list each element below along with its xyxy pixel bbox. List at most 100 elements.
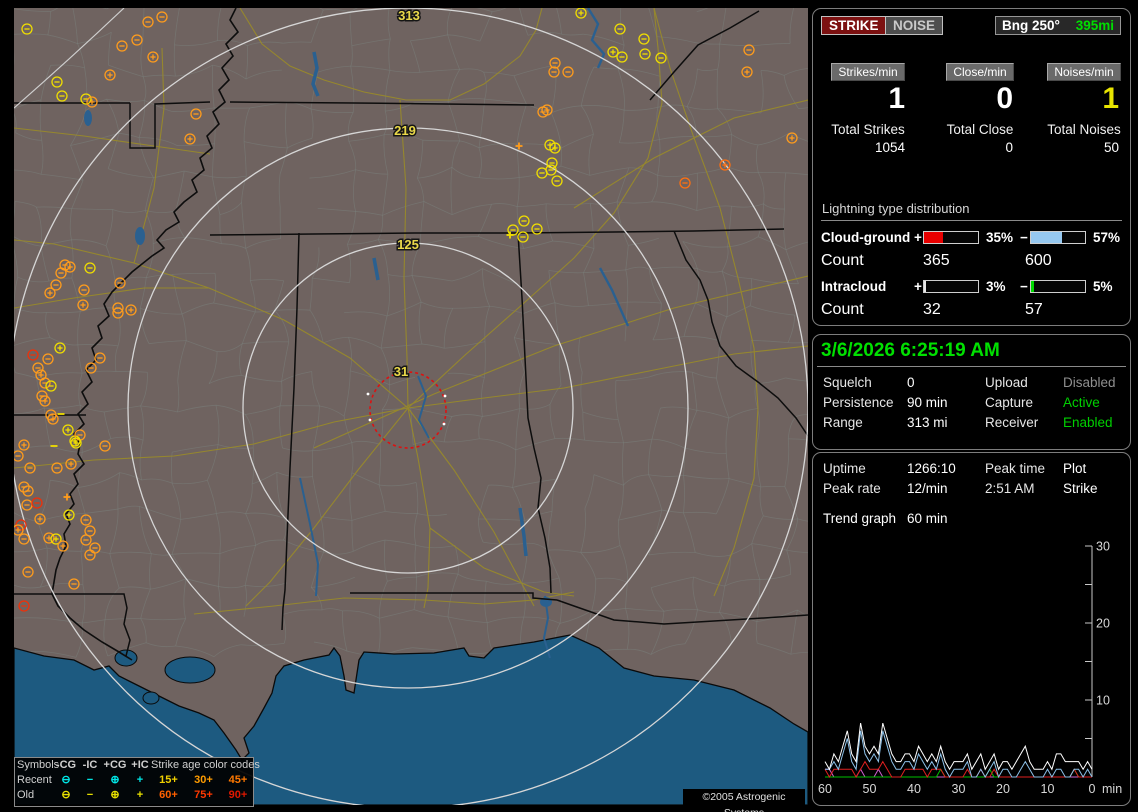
trend-y-tick-label: 30	[1096, 541, 1110, 554]
lightning-map[interactable]: 31 125 219 313	[14, 8, 808, 805]
count-row: Count 32 57	[821, 301, 1122, 319]
setting-label: Receiver	[985, 415, 1039, 430]
datetime-display: 3/6/2026 6:25:19 AM	[821, 340, 1000, 361]
legend-strike-symbol: ⊖	[61, 789, 71, 801]
setting-value: 0	[907, 375, 915, 390]
stat-label: Peak time	[985, 461, 1046, 476]
total-label: Total Noises	[1047, 122, 1121, 137]
count-row: Count 365 600	[821, 252, 1122, 270]
negative-count: 600	[1025, 252, 1052, 269]
legend-strike-symbol: ⊖	[61, 774, 71, 786]
legend-strike-symbol: −	[86, 774, 94, 786]
rate-label-button[interactable]: Strikes/min	[831, 63, 905, 81]
stat-label: Uptime	[823, 461, 866, 476]
legend-row-name: Old	[17, 789, 35, 801]
legend-row-name: Recent	[17, 774, 52, 786]
legend-age-code: 45+	[228, 774, 248, 786]
total-value: 1054	[874, 140, 905, 155]
rate-label-button[interactable]: Noises/min	[1047, 63, 1121, 81]
legend-header: -IC	[82, 759, 98, 771]
setting-label: Persistence	[823, 395, 894, 410]
distribution-row: Intracloud +3% − 5%	[821, 279, 1122, 294]
trend-graph-window: 60 min	[907, 511, 948, 526]
stats-trend-panel: Uptime 1266:10 Peak time Plot Peak rate 12/mi…	[812, 452, 1131, 806]
legend-age-header: Strike age color codes	[151, 759, 260, 771]
stat-label: 2:51 AM	[985, 481, 1035, 496]
legend-age-code: 30+	[194, 774, 213, 786]
setting-value: 90 min	[907, 395, 948, 410]
count-label: Count	[821, 301, 864, 318]
app-window: 31 125 219 313 Symbols -CG -IC +CG +IC Strike ag…	[0, 0, 1138, 812]
bearing-range-value: 395mi	[1075, 18, 1114, 33]
bearing-display: Bng 250° 395mi	[995, 16, 1121, 35]
counter-column: Noises/min 1 Total Noises 50	[1043, 63, 1125, 155]
distribution-type-label: Cloud-ground	[821, 230, 911, 245]
legend-strike-symbol: +	[136, 774, 144, 786]
total-value: 50	[1103, 140, 1119, 155]
county-line	[758, 171, 786, 174]
minus-sign: −	[1020, 230, 1028, 245]
bar-fill	[1031, 232, 1062, 243]
trend-x-tick-label: 30	[952, 782, 966, 796]
rate-value: 0	[996, 82, 1013, 115]
percent-bar-negative	[1030, 280, 1086, 293]
legend-header: -CG	[55, 759, 77, 771]
rate-value: 1	[1102, 82, 1119, 115]
status-panel: STRIKE NOISE Bng 250° 395mi Strikes/min 1…	[812, 8, 1131, 326]
legend-strike-symbol: +	[136, 789, 144, 801]
ring-label: 31	[394, 364, 408, 379]
oxbow-lake	[84, 110, 92, 126]
trend-x-tick-label: 0	[1089, 782, 1096, 796]
setting-label: Capture	[985, 395, 1034, 410]
negative-count: 57	[1025, 301, 1043, 318]
total-value: 0	[1005, 140, 1013, 155]
legend-header: +IC	[131, 759, 149, 771]
setting-state: Disabled	[1063, 375, 1116, 390]
copyright-label: ©2005 Astrogenic Systems	[683, 789, 805, 812]
noise-button[interactable]: NOISE	[885, 16, 944, 35]
legend-age-code: 60+	[159, 789, 178, 801]
total-label: Total Close	[946, 122, 1014, 137]
setting-state: Enabled	[1063, 415, 1113, 430]
trend-graph: 10 20 30 60 50 40 30 20 10 0 min	[818, 541, 1122, 796]
percent-bar-negative	[1030, 231, 1086, 244]
ring-label: 219	[394, 123, 416, 138]
legend-recent-row: Recent ⊖ − ⊕ +15+ 30+ 45+	[15, 773, 253, 788]
setting-state: Active	[1063, 395, 1100, 410]
status-row: Squelch 0 Upload Disabled	[823, 375, 1130, 395]
rate-label-button[interactable]: Close/min	[946, 63, 1014, 81]
strike-button[interactable]: STRIKE	[821, 16, 887, 35]
setting-label: Upload	[985, 375, 1028, 390]
stat-value: Plot	[1063, 461, 1087, 476]
status-row: Range 313 mi Receiver Enabled	[823, 415, 1130, 435]
negative-percent: 5%	[1093, 279, 1113, 294]
stat-label: Peak rate	[823, 481, 881, 496]
stat-value: Strike	[1063, 481, 1098, 496]
trend-y-tick-label: 20	[1096, 617, 1110, 631]
map-canvas[interactable]: 31 125 219 313 Symbols -CG -IC +CG +IC Strike ag…	[14, 8, 808, 812]
bearing-label: Bng 250°	[1002, 18, 1060, 33]
positive-count: 32	[923, 301, 941, 318]
trend-series-green	[825, 768, 1092, 778]
bar-fill	[924, 232, 943, 243]
count-label: Count	[821, 252, 864, 269]
trend-x-tick-label: 40	[907, 782, 921, 796]
trend-x-unit-label: min	[1102, 782, 1122, 796]
coastal-lake	[142, 691, 160, 705]
legend-header-row: Symbols -CG -IC +CG +IC Strike age color code…	[15, 758, 260, 773]
distribution-row: Cloud-ground +35% − 57%	[821, 230, 1122, 245]
minus-sign: −	[1020, 279, 1028, 294]
stat-value: 12/min	[907, 481, 948, 496]
positive-count: 365	[923, 252, 950, 269]
legend-header: Symbols	[17, 759, 60, 771]
positive-percent: 3%	[986, 279, 1006, 294]
bar-fill	[1031, 281, 1034, 292]
counter-column: Close/min 0 Total Close 0	[941, 63, 1019, 155]
setting-label: Range	[823, 415, 863, 430]
trend-x-tick-label: 20	[996, 782, 1010, 796]
oxbow-lake	[135, 227, 145, 245]
distribution-type-label: Intracloud	[821, 279, 887, 294]
system-status-panel: 3/6/2026 6:25:19 AM Squelch 0 Upload Disabl…	[812, 334, 1131, 450]
percent-bar-positive	[923, 231, 979, 244]
plus-sign: +	[914, 230, 922, 245]
